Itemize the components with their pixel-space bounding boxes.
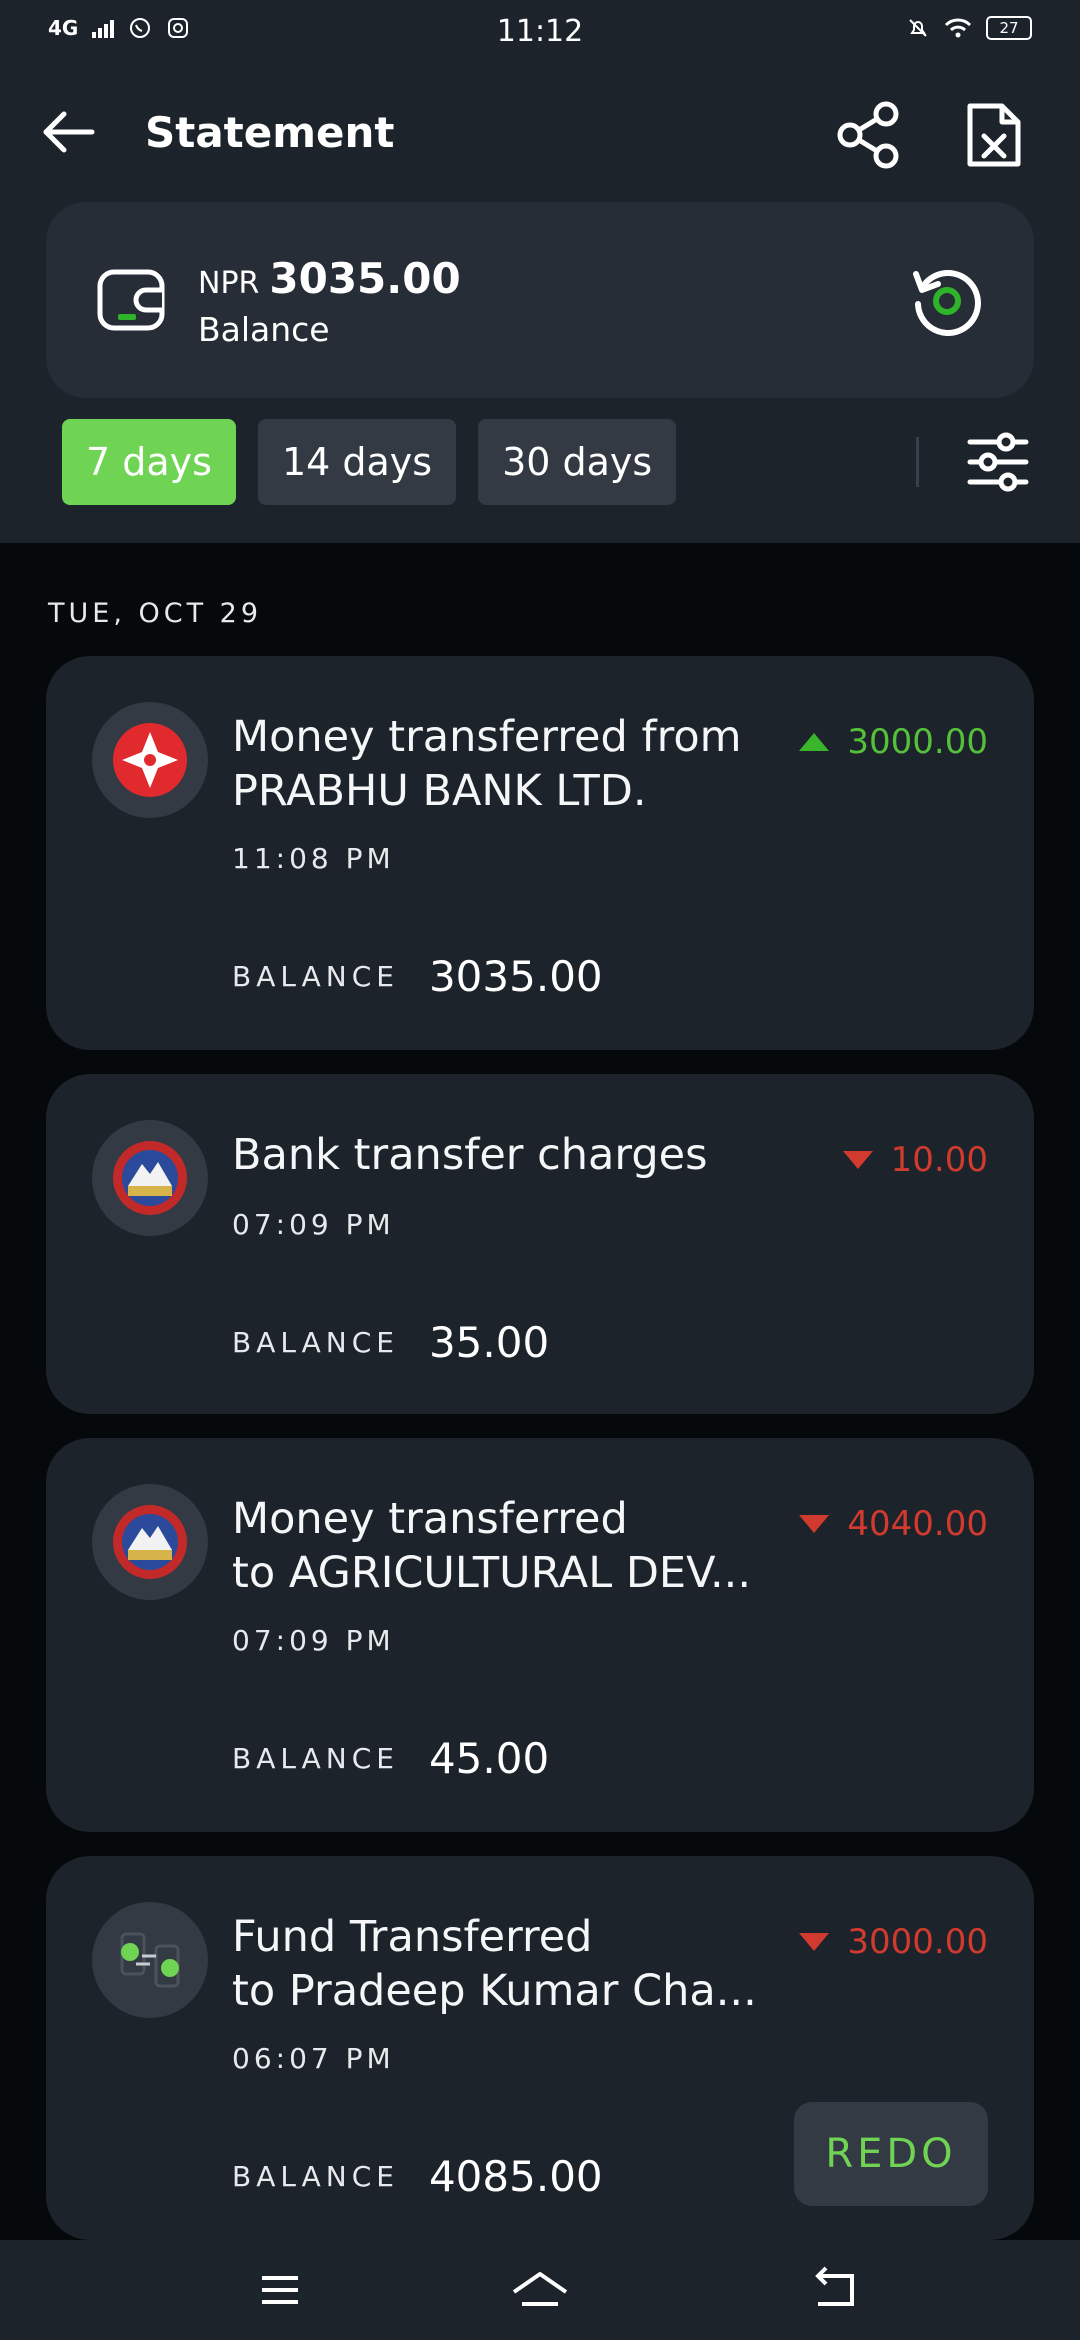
transaction-amount: 10.00 [890,1140,988,1180]
balance-label: BALANCE [232,960,399,993]
transaction-description: Money transferred from [232,712,742,762]
wallet-icon [97,269,165,331]
transaction-amount: 3000.00 [847,1922,988,1962]
transaction-card[interactable]: Bank transfer charges 10.00 07:09 PM BAL… [46,1074,1034,1414]
transaction-card[interactable]: Fund Transferred to Pradeep Kumar Cha...… [46,1856,1034,2240]
transaction-card[interactable]: Money transferred from PRABHU BANK LTD. … [46,656,1034,1050]
credit-arrow-icon [799,733,830,751]
transaction-description: Money transferred [232,1494,628,1544]
filter-7-days[interactable]: 7 days [62,419,236,505]
agricultural-bank-logo-icon [92,1484,208,1600]
running-balance: 4085.00 [428,2152,603,2201]
transaction-description-2: PRABHU BANK LTD. [232,766,647,816]
debit-arrow-icon [799,1933,830,1951]
filter-sliders-icon[interactable] [966,430,1030,494]
running-balance: 45.00 [428,1734,550,1783]
transaction-description: Fund Transferred [232,1912,593,1962]
transaction-time: 11:08 PM [232,842,395,875]
running-balance: 3035.00 [428,952,603,1001]
transaction-description-2: to AGRICULTURAL DEV... [232,1548,751,1598]
mute-icon [909,19,927,37]
share-icon[interactable] [834,100,904,170]
balance-label: BALANCE [232,2160,399,2193]
fund-transfer-icon [92,1902,208,2018]
status-bar: 4G 11:12 27 [0,0,1080,66]
balance-card: NPR 3035.00 Balance [46,202,1034,398]
debit-arrow-icon [799,1515,830,1533]
balance-label: BALANCE [232,1742,399,1775]
prabhu-bank-logo-icon [92,702,208,818]
export-excel-icon[interactable] [962,100,1026,170]
back-arrow-icon[interactable] [36,100,100,164]
home-icon[interactable] [510,2262,570,2318]
filter-14-days[interactable]: 14 days [257,419,457,505]
transaction-description-2: to Pradeep Kumar Cha... [232,1966,757,2016]
balance-currency: NPR [198,266,260,301]
balance-amount: 3035.00 [269,254,461,303]
refresh-icon[interactable] [908,262,986,340]
filter-30-days[interactable]: 30 days [478,419,677,505]
date-header: TUE, OCT 29 [48,598,263,629]
balance-label: BALANCE [232,1326,399,1359]
transaction-description: Bank transfer charges [232,1130,708,1180]
transaction-amount: 3000.00 [847,722,988,762]
transaction-amount: 4040.00 [847,1504,988,1544]
redo-button[interactable]: REDO [794,2102,988,2206]
transaction-card[interactable]: Money transferred to AGRICULTURAL DEV...… [46,1438,1034,1832]
system-nav-bar [0,2240,1080,2340]
transaction-time: 07:09 PM [232,1624,395,1657]
page-title: Statement [145,108,395,157]
wifi-icon [944,18,972,38]
menu-icon[interactable] [250,2262,310,2318]
running-balance: 35.00 [428,1318,550,1367]
filter-divider [916,437,919,487]
date-filter-group: 7 days 14 days 30 days [62,419,677,505]
back-nav-icon[interactable] [804,2262,864,2318]
debit-arrow-icon [842,1151,873,1169]
battery-indicator: 27 [986,16,1032,40]
agricultural-bank-logo-icon [92,1120,208,1236]
balance-label: Balance [198,310,330,349]
transaction-time: 07:09 PM [232,1208,395,1241]
transaction-time: 06:07 PM [232,2042,395,2075]
